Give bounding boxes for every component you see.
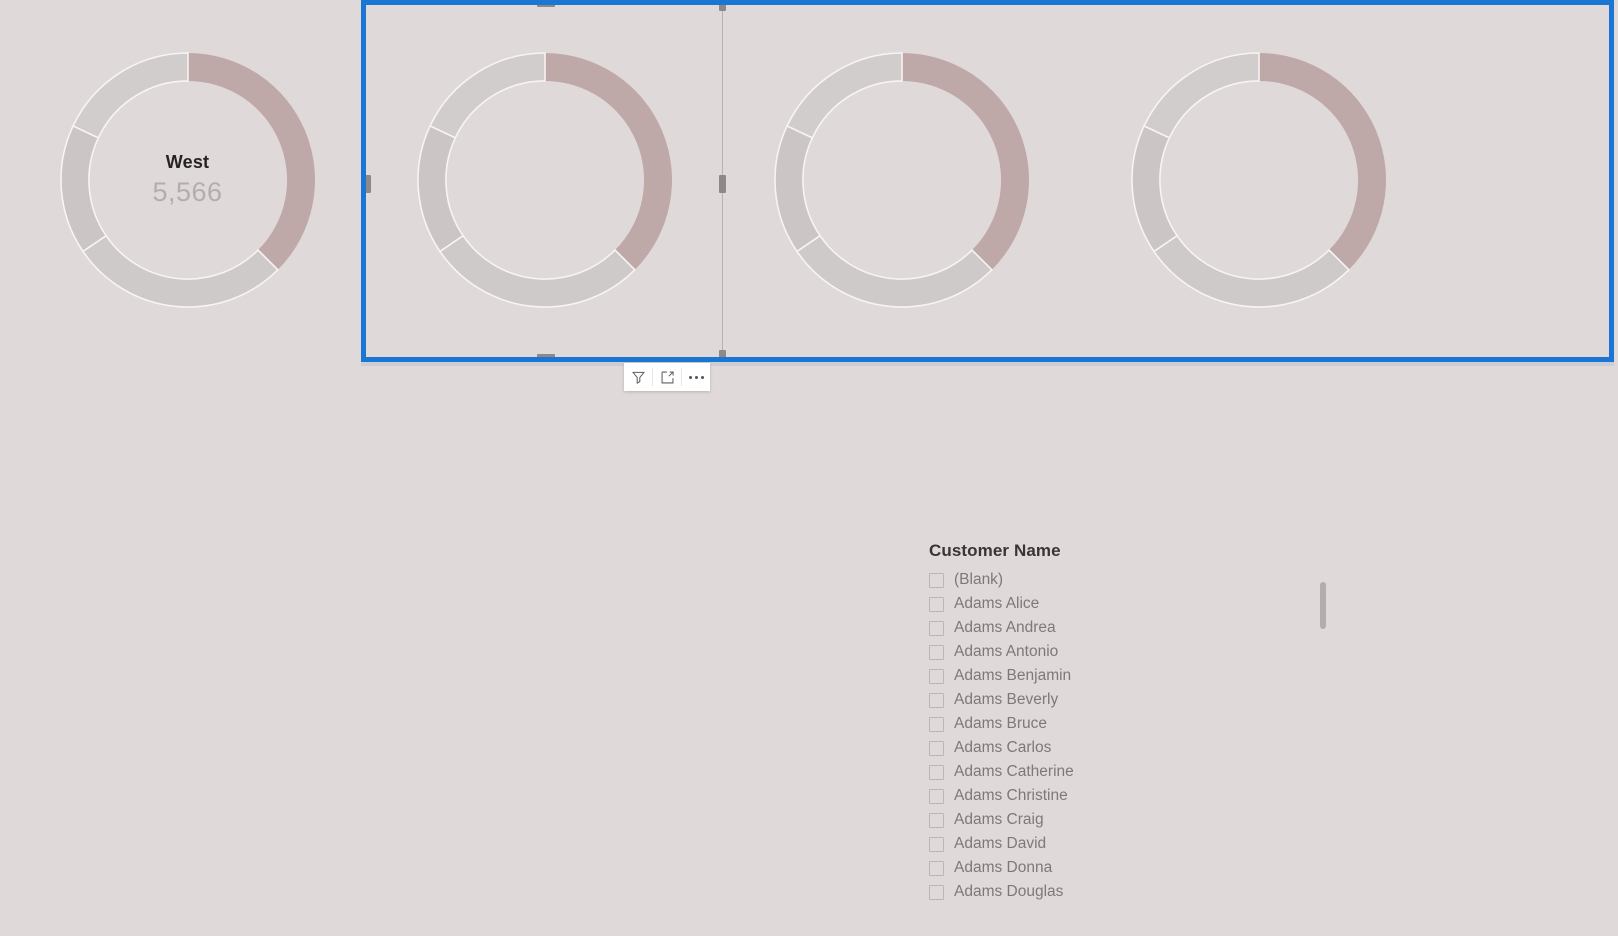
resize-handle-bottom-right[interactable] <box>719 350 726 359</box>
slicer-checkbox[interactable] <box>929 884 944 900</box>
donut-slice[interactable] <box>901 53 1029 270</box>
focus-mode-icon-button[interactable] <box>653 363 681 391</box>
donut-chart[interactable] <box>761 39 1043 321</box>
slicer-item-label: Adams David <box>954 835 1047 852</box>
visual-header-toolbar[interactable] <box>624 363 710 391</box>
slicer-checkbox[interactable] <box>929 668 944 684</box>
slicer-checkbox[interactable] <box>929 860 944 876</box>
slicer-scrollbar[interactable] <box>1320 576 1326 932</box>
slicer-item-label: Adams Alice <box>954 595 1040 612</box>
donut-slice[interactable] <box>1130 124 1178 253</box>
donut-slice[interactable] <box>785 52 903 139</box>
donut-slice[interactable] <box>81 234 279 308</box>
slicer-checkbox[interactable] <box>929 788 944 804</box>
slicer-checkbox[interactable] <box>929 572 944 588</box>
resize-handle-right[interactable] <box>719 175 726 193</box>
slicer-item-label: Adams Andrea <box>954 619 1056 636</box>
slicer-item-label: Adams Bruce <box>954 715 1048 732</box>
slicer-list-item[interactable]: Adams David <box>921 832 1331 856</box>
slicer-list-item[interactable]: Adams Beverly <box>921 688 1331 712</box>
slicer-item-label: (Blank) <box>954 571 1004 588</box>
more-options-icon <box>688 375 704 379</box>
donut-panel-3[interactable] <box>1080 0 1437 361</box>
donut-slice[interactable] <box>1258 53 1386 270</box>
slicer-list-item[interactable]: Adams Craig <box>921 808 1331 832</box>
slicer-item-label: Adams Catherine <box>954 763 1074 780</box>
filter-icon <box>631 370 646 385</box>
filter-icon-button[interactable] <box>624 363 652 391</box>
slicer-list-item[interactable]: Adams Antonio <box>921 640 1331 664</box>
donut-chart[interactable]: West 5,566 <box>47 39 329 321</box>
slicer-item-label: Adams Christine <box>954 787 1068 804</box>
donut-slice[interactable] <box>1142 52 1260 139</box>
slicer-scroll-thumb[interactable] <box>1320 582 1326 629</box>
resize-handle-left[interactable] <box>364 175 371 193</box>
slicer-item-label: Adams Carlos <box>954 739 1052 756</box>
slicer-list-item[interactable]: Adams Douglas <box>921 880 1331 904</box>
slicer-checkbox[interactable] <box>929 692 944 708</box>
slicer-checkbox[interactable] <box>929 596 944 612</box>
resize-handle-top-right[interactable] <box>719 2 726 11</box>
donut-chart[interactable] <box>1118 39 1400 321</box>
small-multiples-donut-visual[interactable]: West 5,566 <box>0 0 1618 366</box>
slicer-checkbox[interactable] <box>929 812 944 828</box>
slicer-item-label: Adams Antonio <box>954 643 1059 660</box>
slicer-checkbox[interactable] <box>929 836 944 852</box>
slicer-title: Customer Name <box>929 541 1061 560</box>
slicer-checkbox[interactable] <box>929 764 944 780</box>
donut-slice[interactable] <box>59 124 107 253</box>
slicer-checkbox[interactable] <box>929 644 944 660</box>
slicer-item-label: Adams Donna <box>954 859 1053 876</box>
donut-panel-2[interactable] <box>723 0 1080 361</box>
customer-name-slicer[interactable]: Customer Name (Blank) Adams Alice Adams An… <box>921 540 1331 936</box>
donut-slice[interactable] <box>71 52 189 139</box>
slicer-list-item[interactable]: Adams Christine <box>921 784 1331 808</box>
donut-slice[interactable] <box>187 53 315 270</box>
donut-panel-0[interactable]: West 5,566 <box>9 0 366 361</box>
slicer-item-label: Adams Douglas <box>954 883 1064 900</box>
slicer-item-label: Adams Craig <box>954 811 1044 828</box>
slicer-list-item[interactable]: Adams Andrea <box>921 616 1331 640</box>
slicer-item-list[interactable]: (Blank) Adams Alice Adams Andrea Adams Anto… <box>921 568 1331 904</box>
slicer-list-item[interactable]: Adams Alice <box>921 592 1331 616</box>
slicer-list-item[interactable]: Adams Donna <box>921 856 1331 880</box>
more-options-icon-button[interactable] <box>682 363 710 391</box>
slicer-list-item[interactable]: Adams Carlos <box>921 736 1331 760</box>
slicer-checkbox[interactable] <box>929 716 944 732</box>
resize-handle-bottom[interactable] <box>537 354 555 361</box>
donut-slice[interactable] <box>795 234 993 308</box>
slicer-list-item[interactable]: Adams Benjamin <box>921 664 1331 688</box>
slicer-item-label: Adams Beverly <box>954 691 1059 708</box>
focus-mode-icon <box>660 370 675 385</box>
slicer-list-item[interactable]: Adams Bruce <box>921 712 1331 736</box>
resize-handle-top[interactable] <box>537 0 555 7</box>
slicer-list-item[interactable]: (Blank) <box>921 568 1331 592</box>
slicer-checkbox[interactable] <box>929 620 944 636</box>
slicer-item-label: Adams Benjamin <box>954 667 1072 684</box>
donut-slice[interactable] <box>1152 234 1350 308</box>
slicer-list-item[interactable]: Adams Catherine <box>921 760 1331 784</box>
slicer-checkbox[interactable] <box>929 740 944 756</box>
selected-small-multiple-cell[interactable] <box>366 0 723 361</box>
donut-slice[interactable] <box>773 124 821 253</box>
